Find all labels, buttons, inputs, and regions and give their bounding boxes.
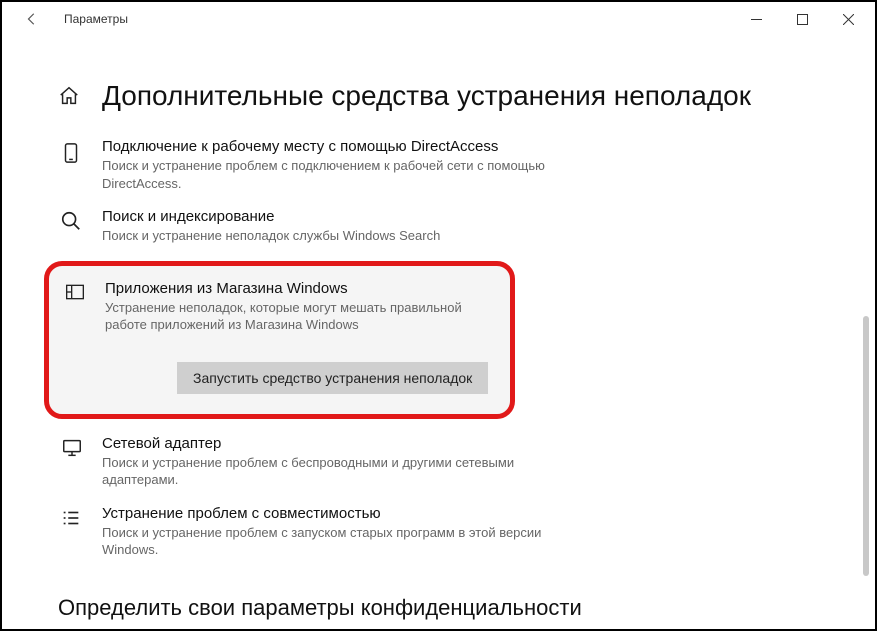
item-desc: Поиск и устранение проблем с подключение… <box>102 157 562 192</box>
troubleshooter-store-apps-expanded: Приложения из Магазина Windows Устранени… <box>44 261 515 419</box>
film-icon <box>63 280 91 334</box>
item-desc: Поиск и устранение проблем с запуском ст… <box>102 524 562 559</box>
close-button[interactable] <box>825 4 871 34</box>
item-title: Подключение к рабочему месту с помощью D… <box>102 138 562 155</box>
window-title: Параметры <box>64 12 128 26</box>
item-desc: Устранение неполадок, которые могут меша… <box>105 299 492 334</box>
item-title: Сетевой адаптер <box>102 435 562 452</box>
troubleshooter-store-apps[interactable]: Приложения из Магазина Windows Устранени… <box>63 280 492 334</box>
title-bar: Параметры <box>2 2 875 36</box>
phone-icon <box>60 138 88 192</box>
back-button[interactable] <box>18 5 46 33</box>
troubleshooter-search[interactable]: Поиск и индексирование Поиск и устранени… <box>60 202 815 255</box>
privacy-section-heading: Определить свои параметры конфиденциальн… <box>58 595 815 621</box>
search-icon <box>60 208 88 245</box>
item-title: Приложения из Магазина Windows <box>105 280 492 297</box>
troubleshooter-direct-access[interactable]: Подключение к рабочему месту с помощью D… <box>60 132 815 202</box>
run-troubleshooter-button[interactable]: Запустить средство устранения неполадок <box>177 362 488 394</box>
item-desc: Поиск и устранение проблем с беспроводны… <box>102 454 562 489</box>
item-title: Поиск и индексирование <box>102 208 440 225</box>
minimize-button[interactable] <box>733 4 779 34</box>
troubleshooter-network-adapter[interactable]: Сетевой адаптер Поиск и устранение пробл… <box>60 429 815 499</box>
maximize-button[interactable] <box>779 4 825 34</box>
page-heading: Дополнительные средства устранения непол… <box>102 80 751 112</box>
item-title: Устранение проблем с совместимостью <box>102 505 562 522</box>
item-desc: Поиск и устранение неполадок службы Wind… <box>102 227 440 245</box>
monitor-icon <box>60 435 88 489</box>
troubleshooter-compat[interactable]: Устранение проблем с совместимостью Поис… <box>60 499 815 569</box>
content-area: Дополнительные средства устранения непол… <box>2 36 875 629</box>
list-icon <box>60 505 88 559</box>
home-icon[interactable] <box>58 85 80 107</box>
scrollbar-thumb[interactable] <box>863 316 869 576</box>
